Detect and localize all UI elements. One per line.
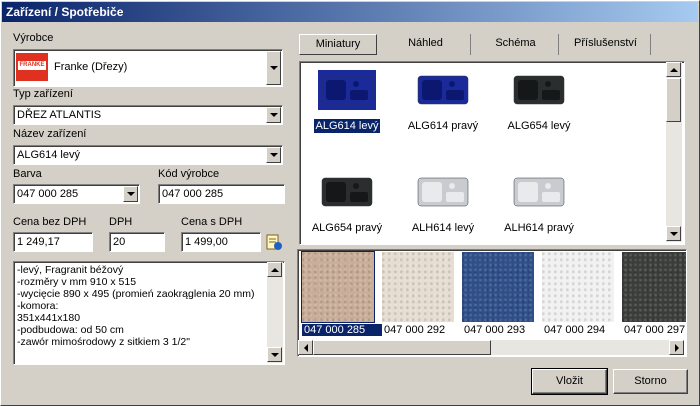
color-dropdown-button[interactable] — [123, 186, 138, 202]
tab-schema[interactable]: Schéma — [473, 34, 559, 55]
scroll-down-button[interactable] — [267, 347, 282, 362]
device-type-label: Typ zařízení — [13, 88, 73, 100]
franke-logo: FRANKE — [16, 53, 48, 81]
chevron-down-icon — [669, 231, 678, 236]
notes-line: -wycięcie 890 x 495 (promień zaokrągleni… — [17, 288, 255, 300]
color-code-label: 047 000 294 — [544, 324, 606, 336]
device-type-value: DŘEZ ATLANTIS — [17, 109, 102, 121]
chevron-down-icon — [269, 153, 278, 157]
color-label: Barva — [13, 168, 42, 180]
notes-text: -levý, Fragranit béžový -rozměry v mm 91… — [17, 264, 265, 348]
thumbnail-item[interactable]: ALG614 levý — [302, 64, 392, 144]
color-swatch-item[interactable]: 047 000 293 — [462, 252, 542, 340]
color-dropdown[interactable]: 047 000 285 — [13, 184, 140, 204]
manufacturer-dropdown-button[interactable] — [266, 51, 281, 85]
insert-button[interactable]: Vložit — [531, 368, 608, 395]
price-no-vat-label: Cena bez DPH — [13, 216, 87, 228]
sink-image — [414, 70, 472, 110]
thumbnail-item[interactable]: ALH614 pravý — [494, 166, 584, 246]
device-name-value: ALG614 levý — [17, 149, 80, 161]
thumbnail-label: ALG614 pravý — [407, 120, 479, 132]
sink-image — [510, 172, 568, 212]
tab-nahled[interactable]: Náhled — [381, 34, 471, 55]
device-name-dropdown[interactable]: ALG614 levý — [13, 145, 283, 165]
chevron-down-icon — [269, 113, 278, 117]
thumbnail-label: ALG614 levý — [312, 118, 382, 134]
sink-image — [318, 70, 376, 110]
chevron-down-icon — [126, 192, 135, 196]
color-swatch-item[interactable]: 047 000 285 — [301, 251, 382, 340]
thumbnail-item[interactable]: ALG654 pravý — [302, 166, 392, 246]
chevron-down-icon — [270, 352, 279, 357]
color-swatch — [382, 252, 454, 322]
manufacturer-dropdown[interactable]: FRANKE Franke (Dřezy) — [13, 49, 283, 87]
color-swatch — [542, 252, 614, 322]
device-name-label: Název zařízení — [13, 128, 87, 140]
color-swatch-panel: 047 000 285 047 000 292 047 000 293 047 000… — [297, 249, 687, 357]
vat-input[interactable]: 20 — [109, 232, 165, 252]
tab-miniatury[interactable]: Miniatury — [299, 34, 377, 55]
device-type-dropdown[interactable]: DŘEZ ATLANTIS — [13, 105, 283, 125]
scroll-left-button[interactable] — [298, 340, 313, 355]
thumbnail-item[interactable]: ALG614 pravý — [398, 64, 488, 144]
swatch-horizontal-scrollbar[interactable] — [298, 340, 684, 355]
thumbnail-label: ALG654 levý — [507, 120, 571, 132]
device-name-dropdown-button[interactable] — [266, 147, 281, 163]
thumbnail-item[interactable]: ALG654 levý — [494, 64, 584, 144]
tab-prislusenstvi[interactable]: Příslušenství — [561, 34, 651, 55]
notes-line: -levý, Fragranit béžový — [17, 264, 124, 276]
color-swatch-item[interactable]: 047 000 297 — [622, 252, 686, 340]
chevron-up-icon — [669, 67, 678, 72]
dialog-window: Zařízení / Spotřebiče Výrobce FRANKE Fra… — [0, 0, 700, 406]
manufacturer-label: Výrobce — [13, 32, 54, 44]
price-no-vat-input[interactable]: 1 249,17 — [13, 232, 93, 252]
vat-label: DPH — [109, 216, 133, 228]
color-swatch-item[interactable]: 047 000 294 — [542, 252, 622, 340]
notes-line: -rozměry v mm 910 x 515 — [17, 276, 137, 288]
color-swatch-item[interactable]: 047 000 292 — [382, 252, 462, 340]
color-swatch — [301, 251, 375, 323]
scroll-thumb[interactable] — [313, 340, 491, 355]
notes-line: -zawór mimośrodowy z sitkiem 3 1/2" — [17, 336, 190, 348]
color-swatch — [622, 252, 686, 322]
color-swatch — [462, 252, 534, 322]
scroll-up-button[interactable] — [666, 62, 681, 77]
chevron-up-icon — [270, 267, 279, 272]
cancel-button[interactable]: Storno — [613, 369, 688, 394]
thumbnail-label: ALG654 pravý — [311, 222, 383, 234]
price-vat-label: Cena s DPH — [181, 216, 243, 228]
mfr-code-input[interactable]: 047 000 285 — [158, 184, 285, 204]
color-value: 047 000 285 — [17, 188, 79, 200]
notes-line: 351x441x180 — [17, 312, 81, 324]
scroll-right-button[interactable] — [669, 340, 684, 355]
color-code-label: 047 000 293 — [464, 324, 526, 336]
thumbnail-panel: ALG614 levý ALG614 pravý ALG654 levý ALG654… — [299, 61, 685, 245]
thumbnail-scrollbar[interactable] — [666, 62, 682, 242]
mfr-code-label: Kód výrobce — [158, 168, 220, 180]
manufacturer-value: Franke (Dřezy) — [54, 61, 128, 73]
sink-image — [318, 172, 376, 212]
sink-image — [510, 70, 568, 110]
chevron-left-icon — [303, 343, 308, 352]
color-code-label: 047 000 285 — [302, 324, 382, 336]
thumbnail-item[interactable]: ALH614 levý — [398, 166, 488, 246]
price-vat-input[interactable]: 1 499,00 — [181, 232, 261, 252]
notes-line: -komora: — [17, 300, 59, 312]
chevron-down-icon — [269, 66, 278, 70]
device-type-dropdown-button[interactable] — [266, 107, 281, 123]
price-list-icon[interactable] — [265, 233, 283, 251]
color-code-label: 047 000 297 — [624, 324, 686, 336]
notes-line: -podbudowa: od 50 cm — [17, 324, 124, 336]
chevron-right-icon — [674, 343, 679, 352]
notes-memo[interactable]: -levý, Fragranit béžový -rozměry v mm 91… — [13, 261, 285, 365]
thumbnail-label: ALH614 pravý — [504, 222, 574, 234]
thumbnail-label: ALH614 levý — [411, 222, 475, 234]
scroll-thumb[interactable] — [666, 78, 681, 122]
title-bar: Zařízení / Spotřebiče — [2, 2, 698, 22]
notes-scrollbar[interactable] — [267, 262, 283, 363]
scroll-up-button[interactable] — [267, 262, 282, 277]
scroll-down-button[interactable] — [666, 226, 681, 241]
color-code-label: 047 000 292 — [384, 324, 446, 336]
sink-image — [414, 172, 472, 212]
